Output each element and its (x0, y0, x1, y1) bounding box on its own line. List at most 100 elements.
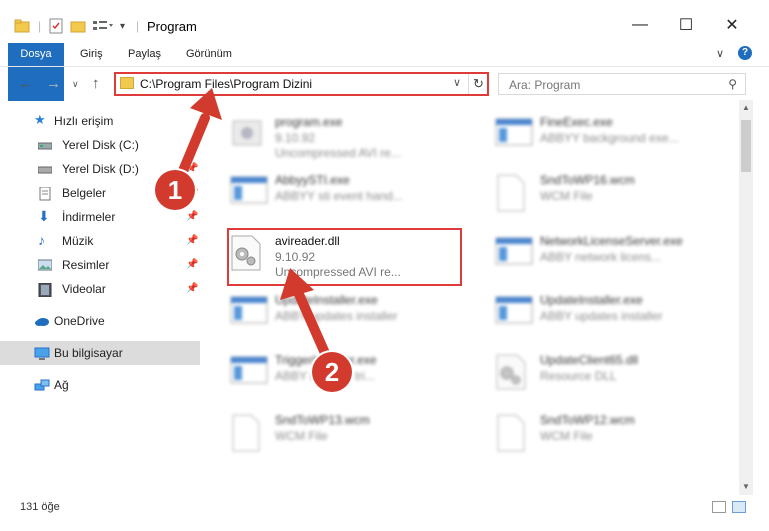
file-detail: WCM File (275, 429, 328, 443)
chevron-down-icon[interactable]: ∨ (453, 76, 461, 89)
callout-badge-2: 2 (312, 352, 352, 392)
sidebar-item-label: Bu bilgisayar (54, 346, 123, 360)
sidebar-item-videos[interactable]: Videolar 📌 (0, 277, 200, 301)
scroll-down-icon[interactable]: ▼ (742, 482, 750, 491)
sidebar-item-music[interactable]: ♪ Müzik 📌 (0, 229, 200, 253)
pictures-icon (37, 259, 53, 271)
sidebar-item-network[interactable]: Ağ (0, 373, 200, 397)
drive-icon (37, 139, 53, 151)
item-count: 131 öğe (20, 501, 60, 513)
drive-icon (37, 163, 53, 175)
details-view-icon[interactable] (712, 501, 726, 513)
view-options-icon[interactable] (92, 14, 114, 38)
file-name: UpdateClient65.dll (540, 353, 639, 367)
tiles-view-icon[interactable] (732, 501, 746, 513)
sidebar-item-label: Belgeler (62, 186, 107, 200)
address-path[interactable]: C:\Program Files\Program Dizini (140, 77, 312, 91)
navigation-bar: ← → ∨ ↑ C:\Program Files\Program Dizini … (0, 66, 769, 100)
sidebar-item-onedrive[interactable]: OneDrive (0, 309, 200, 333)
file-detail: WCM File (540, 189, 593, 203)
file-item[interactable]: SndToWP13.wcm WCM File (205, 403, 455, 461)
back-arrow-icon[interactable]: ← (18, 75, 33, 92)
pin-icon[interactable]: 📌 (186, 259, 198, 270)
window-icon (229, 173, 269, 213)
file-name: program.exe (275, 115, 343, 129)
new-folder-icon[interactable] (70, 14, 86, 38)
status-bar: 131 öğe (0, 495, 769, 531)
separator: | (136, 19, 140, 33)
file-detail: ABBY updates installer (275, 309, 398, 323)
tab-view[interactable]: Görünüm (186, 43, 232, 65)
properties-icon[interactable] (48, 14, 64, 38)
pin-icon[interactable]: 📌 (186, 163, 198, 174)
file-detail: WCM File (540, 429, 593, 443)
window-icon (494, 234, 534, 274)
file-item[interactable]: UpdateInstaller.exe ABBY updates install… (470, 283, 720, 341)
file-name: UpdateInstaller.exe (275, 293, 378, 307)
file-detail: ABBY network licens... (540, 250, 662, 264)
close-button[interactable]: ✕ (709, 10, 755, 40)
file-detail: ABBYY sti event hand... (275, 189, 403, 203)
tab-home[interactable]: Giriş (80, 43, 103, 65)
file-detail: ABBY updates installer (540, 309, 663, 323)
downloads-icon: ⬇ (38, 208, 50, 224)
sidebar-item-drive-c[interactable]: Yerel Disk (C:) (0, 133, 200, 157)
scroll-up-icon[interactable]: ▲ (742, 103, 750, 112)
search-input[interactable]: Ara: Program ⚲ (498, 73, 746, 95)
refresh-icon[interactable]: ↻ (468, 74, 488, 94)
file-item[interactable]: SndToWP12.wcm WCM File (470, 403, 720, 461)
separator: | (38, 19, 42, 33)
sidebar-item-pictures[interactable]: Resimler 📌 (0, 253, 200, 277)
up-arrow-icon[interactable]: ↑ (92, 75, 100, 92)
pin-icon[interactable]: 📌 (186, 235, 198, 246)
computer-icon (34, 347, 50, 360)
file-item[interactable]: UpdateInstaller.exe ABBY updates install… (205, 283, 455, 341)
search-icon[interactable]: ⚲ (728, 77, 737, 91)
file-item[interactable]: AbbyySTI.exe ABBYY sti event hand... (205, 163, 455, 221)
sidebar-item-label: Ağ (54, 378, 69, 392)
file-name: NetworkLicenseServer.exe (540, 234, 683, 248)
folder-icon (120, 77, 134, 89)
sidebar-item-label: Yerel Disk (C:) (62, 138, 139, 152)
file-detail: Uncompressed AVI re... (275, 146, 401, 160)
help-icon[interactable]: ? (738, 46, 752, 60)
folder-icon (14, 14, 30, 38)
file-item[interactable]: program.exe 9.10.92 Uncompressed AVI re.… (205, 105, 455, 163)
sidebar-item-label: Videolar (62, 282, 106, 296)
window-icon (229, 353, 269, 393)
blank-file-icon (229, 413, 269, 453)
file-name: FineExec.exe (540, 115, 613, 129)
expand-ribbon-icon[interactable]: ∨ (716, 47, 724, 60)
maximize-button[interactable]: ☐ (663, 10, 709, 40)
recent-locations-icon[interactable]: ∨ (72, 79, 79, 90)
sidebar-item-label: İndirmeler (62, 210, 116, 224)
vertical-scrollbar[interactable]: ▲ ▼ (739, 100, 753, 495)
window-title: Program (147, 19, 197, 34)
file-item[interactable]: FineExec.exe ABBYY background exe... (470, 105, 720, 163)
file-detail: Resource DLL (540, 369, 617, 383)
sidebar-item-label: Yerel Disk (D:) (62, 162, 139, 176)
network-icon (34, 379, 50, 391)
customize-toolbar-icon[interactable]: ▾ (120, 14, 125, 38)
forward-arrow-icon[interactable]: → (46, 75, 61, 92)
sidebar-item-this-pc[interactable]: Bu bilgisayar (0, 341, 200, 365)
sidebar-item-label: Müzik (62, 234, 94, 248)
music-icon: ♪ (38, 232, 45, 248)
address-bar[interactable]: C:\Program Files\Program Dizini ∨ ↻ (114, 72, 489, 96)
file-name: SndToWP12.wcm (540, 413, 635, 427)
file-item[interactable]: UpdateClient65.dll Resource DLL (470, 343, 720, 401)
star-icon: ★ (34, 112, 46, 127)
file-detail: 9.10.92 (275, 131, 316, 145)
scroll-thumb[interactable] (741, 120, 751, 172)
file-item[interactable]: NetworkLicenseServer.exe ABBY network li… (470, 224, 720, 282)
sidebar-item-quick-access[interactable]: ★ Hızlı erişim (0, 109, 200, 133)
pin-icon[interactable]: 📌 (186, 211, 198, 222)
file-name: SndToWP13.wcm (275, 413, 370, 427)
tab-share[interactable]: Paylaş (128, 43, 161, 65)
highlight-box (227, 228, 462, 286)
minimize-button[interactable]: — (617, 10, 663, 40)
pin-icon[interactable]: 📌 (186, 283, 198, 294)
app-icon (229, 115, 269, 155)
videos-icon (38, 282, 52, 298)
file-item[interactable]: SndToWP16.wcm WCM File (470, 163, 720, 221)
